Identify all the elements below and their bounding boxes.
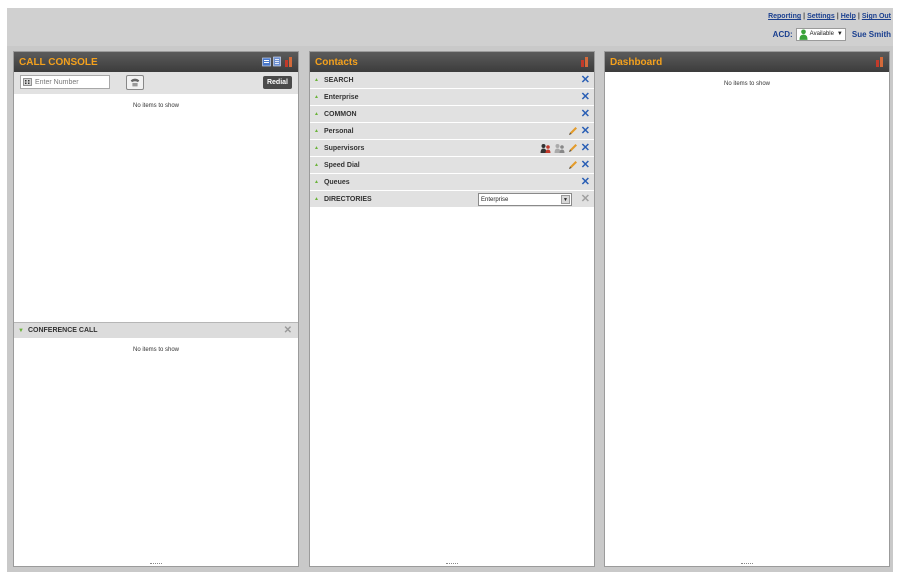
help-link[interactable]: Help [841,13,856,20]
contacts-row-label: DIRECTORIES [323,195,372,203]
link-separator: | [836,13,839,20]
top-bar: Reporting | Settings | Help | Sign Out A… [7,8,893,46]
contacts-row-queues[interactable]: ▲ Queues ✕ [310,174,594,191]
phone-handset-icon [130,78,140,87]
dashboard-panel: Dashboard No items to show [604,51,890,567]
call-console-header-icons [262,56,293,67]
close-icon[interactable]: ✕ [581,125,590,137]
call-list: No items to show [14,94,298,322]
expand-triangle-icon[interactable]: ▲ [314,128,319,134]
user-name: Sue Smith [851,29,891,39]
contacts-row-label: Supervisors [323,144,365,152]
close-icon[interactable]: ✕ [581,108,590,120]
call-console-panel: CALL CONSOLE Enter Number Redial No item… [13,51,299,567]
dashboard-body: No items to show [605,72,889,87]
agent-available-icon [799,28,808,40]
contacts-title: Contacts [315,56,358,68]
team-group-icon[interactable] [554,143,565,153]
dial-number-placeholder: Enter Number [35,78,79,86]
contacts-row-directories[interactable]: ▲ DIRECTORIES Enterprise ▼ ✕ [310,191,594,208]
expand-triangle-icon[interactable]: ▲ [314,145,319,151]
empty-message: No items to show [132,347,180,353]
expand-triangle-icon[interactable]: ▼ [18,328,24,334]
expand-triangle-icon[interactable]: ▲ [314,77,319,83]
close-icon[interactable]: ✕ [284,325,292,336]
dial-number-input[interactable]: Enter Number [20,75,110,89]
supervisor-group-icon[interactable] [540,143,551,153]
app-window: Reporting | Settings | Help | Sign Out A… [7,8,893,572]
empty-message: No items to show [132,103,180,109]
conference-call-title: CONFERENCE CALL [27,327,98,334]
contacts-row-label: Queues [323,178,350,186]
contacts-header: Contacts [310,52,594,72]
contacts-row-label: Speed Dial [323,161,360,169]
dashboard-header-icons [875,56,884,67]
contacts-row-search[interactable]: ▲ SEARCH ✕ [310,72,594,89]
settings-link[interactable]: Settings [807,13,835,20]
expand-triangle-icon[interactable]: ▲ [314,179,319,185]
link-separator: | [803,13,806,20]
dashboard-title: Dashboard [610,56,663,68]
contacts-row-personal[interactable]: ▲ Personal ✕ [310,123,594,140]
conference-call-header[interactable]: ▼ CONFERENCE CALL ✕ [14,322,298,338]
reporting-link[interactable]: Reporting [768,13,801,20]
close-icon[interactable]: ✕ [581,142,590,154]
contacts-row-label: Enterprise [323,93,359,101]
contacts-row-label: Personal [323,127,354,135]
link-separator: | [857,13,860,20]
contacts-row-label: COMMON [323,110,357,118]
expand-triangle-icon[interactable]: ▲ [314,162,319,168]
top-links: Reporting | Settings | Help | Sign Out [768,13,891,20]
expand-triangle-icon[interactable]: ▲ [314,196,319,202]
contacts-row-label: SEARCH [323,76,354,84]
agent-tools-icon[interactable] [262,56,271,67]
acd-status-value: Available [809,31,834,37]
expand-triangle-icon[interactable]: ▲ [314,111,319,117]
resize-grip[interactable] [446,563,458,565]
conference-call-list: No items to show [14,338,298,353]
contacts-row-speed-dial[interactable]: ▲ Speed Dial ✕ [310,157,594,174]
close-icon[interactable]: ✕ [581,176,590,188]
contacts-row-supervisors[interactable]: ▲ Supervisors ✕ [310,140,594,157]
panel-options-icon[interactable] [580,56,589,67]
resize-grip[interactable] [150,563,162,565]
resize-grip[interactable] [741,563,753,565]
panel-options-icon[interactable] [284,56,293,67]
contacts-header-icons [580,56,589,67]
call-console-header: CALL CONSOLE [14,52,298,72]
dashboard-header: Dashboard [605,52,889,72]
contacts-panel: Contacts ▲ SEARCH ✕ ▲ Enterprise ✕ ▲ COM… [309,51,595,567]
dialpad-icon[interactable] [23,78,32,86]
dial-button[interactable] [126,75,144,90]
directory-select-value: Enterprise [481,196,509,203]
acd-label: ACD: [772,29,793,39]
edit-pencil-icon[interactable] [568,143,578,153]
expand-triangle-icon[interactable]: ▲ [314,94,319,100]
contacts-row-common[interactable]: ▲ COMMON ✕ [310,106,594,123]
acd-status-select[interactable]: Available ▼ [795,27,846,41]
redial-button[interactable]: Redial [262,76,292,89]
edit-pencil-icon[interactable] [568,126,578,136]
call-list-icon[interactable] [273,56,282,67]
contacts-row-enterprise[interactable]: ▲ Enterprise ✕ [310,89,594,106]
chevron-down-icon[interactable]: ▼ [561,195,570,204]
dial-row: Enter Number Redial [14,72,298,94]
chevron-down-icon: ▼ [836,31,843,37]
close-icon[interactable]: ✕ [581,159,590,171]
call-console-title: CALL CONSOLE [19,56,98,68]
acd-row: ACD: Available ▼ Sue Smith [773,27,891,41]
directory-select[interactable]: Enterprise ▼ [478,193,572,206]
edit-pencil-icon[interactable] [568,160,578,170]
panel-options-icon[interactable] [875,56,884,67]
close-icon[interactable]: ✕ [581,74,590,86]
sign-out-link[interactable]: Sign Out [862,13,891,20]
close-icon[interactable]: ✕ [581,193,590,205]
empty-message: No items to show [723,81,771,87]
close-icon[interactable]: ✕ [581,91,590,103]
